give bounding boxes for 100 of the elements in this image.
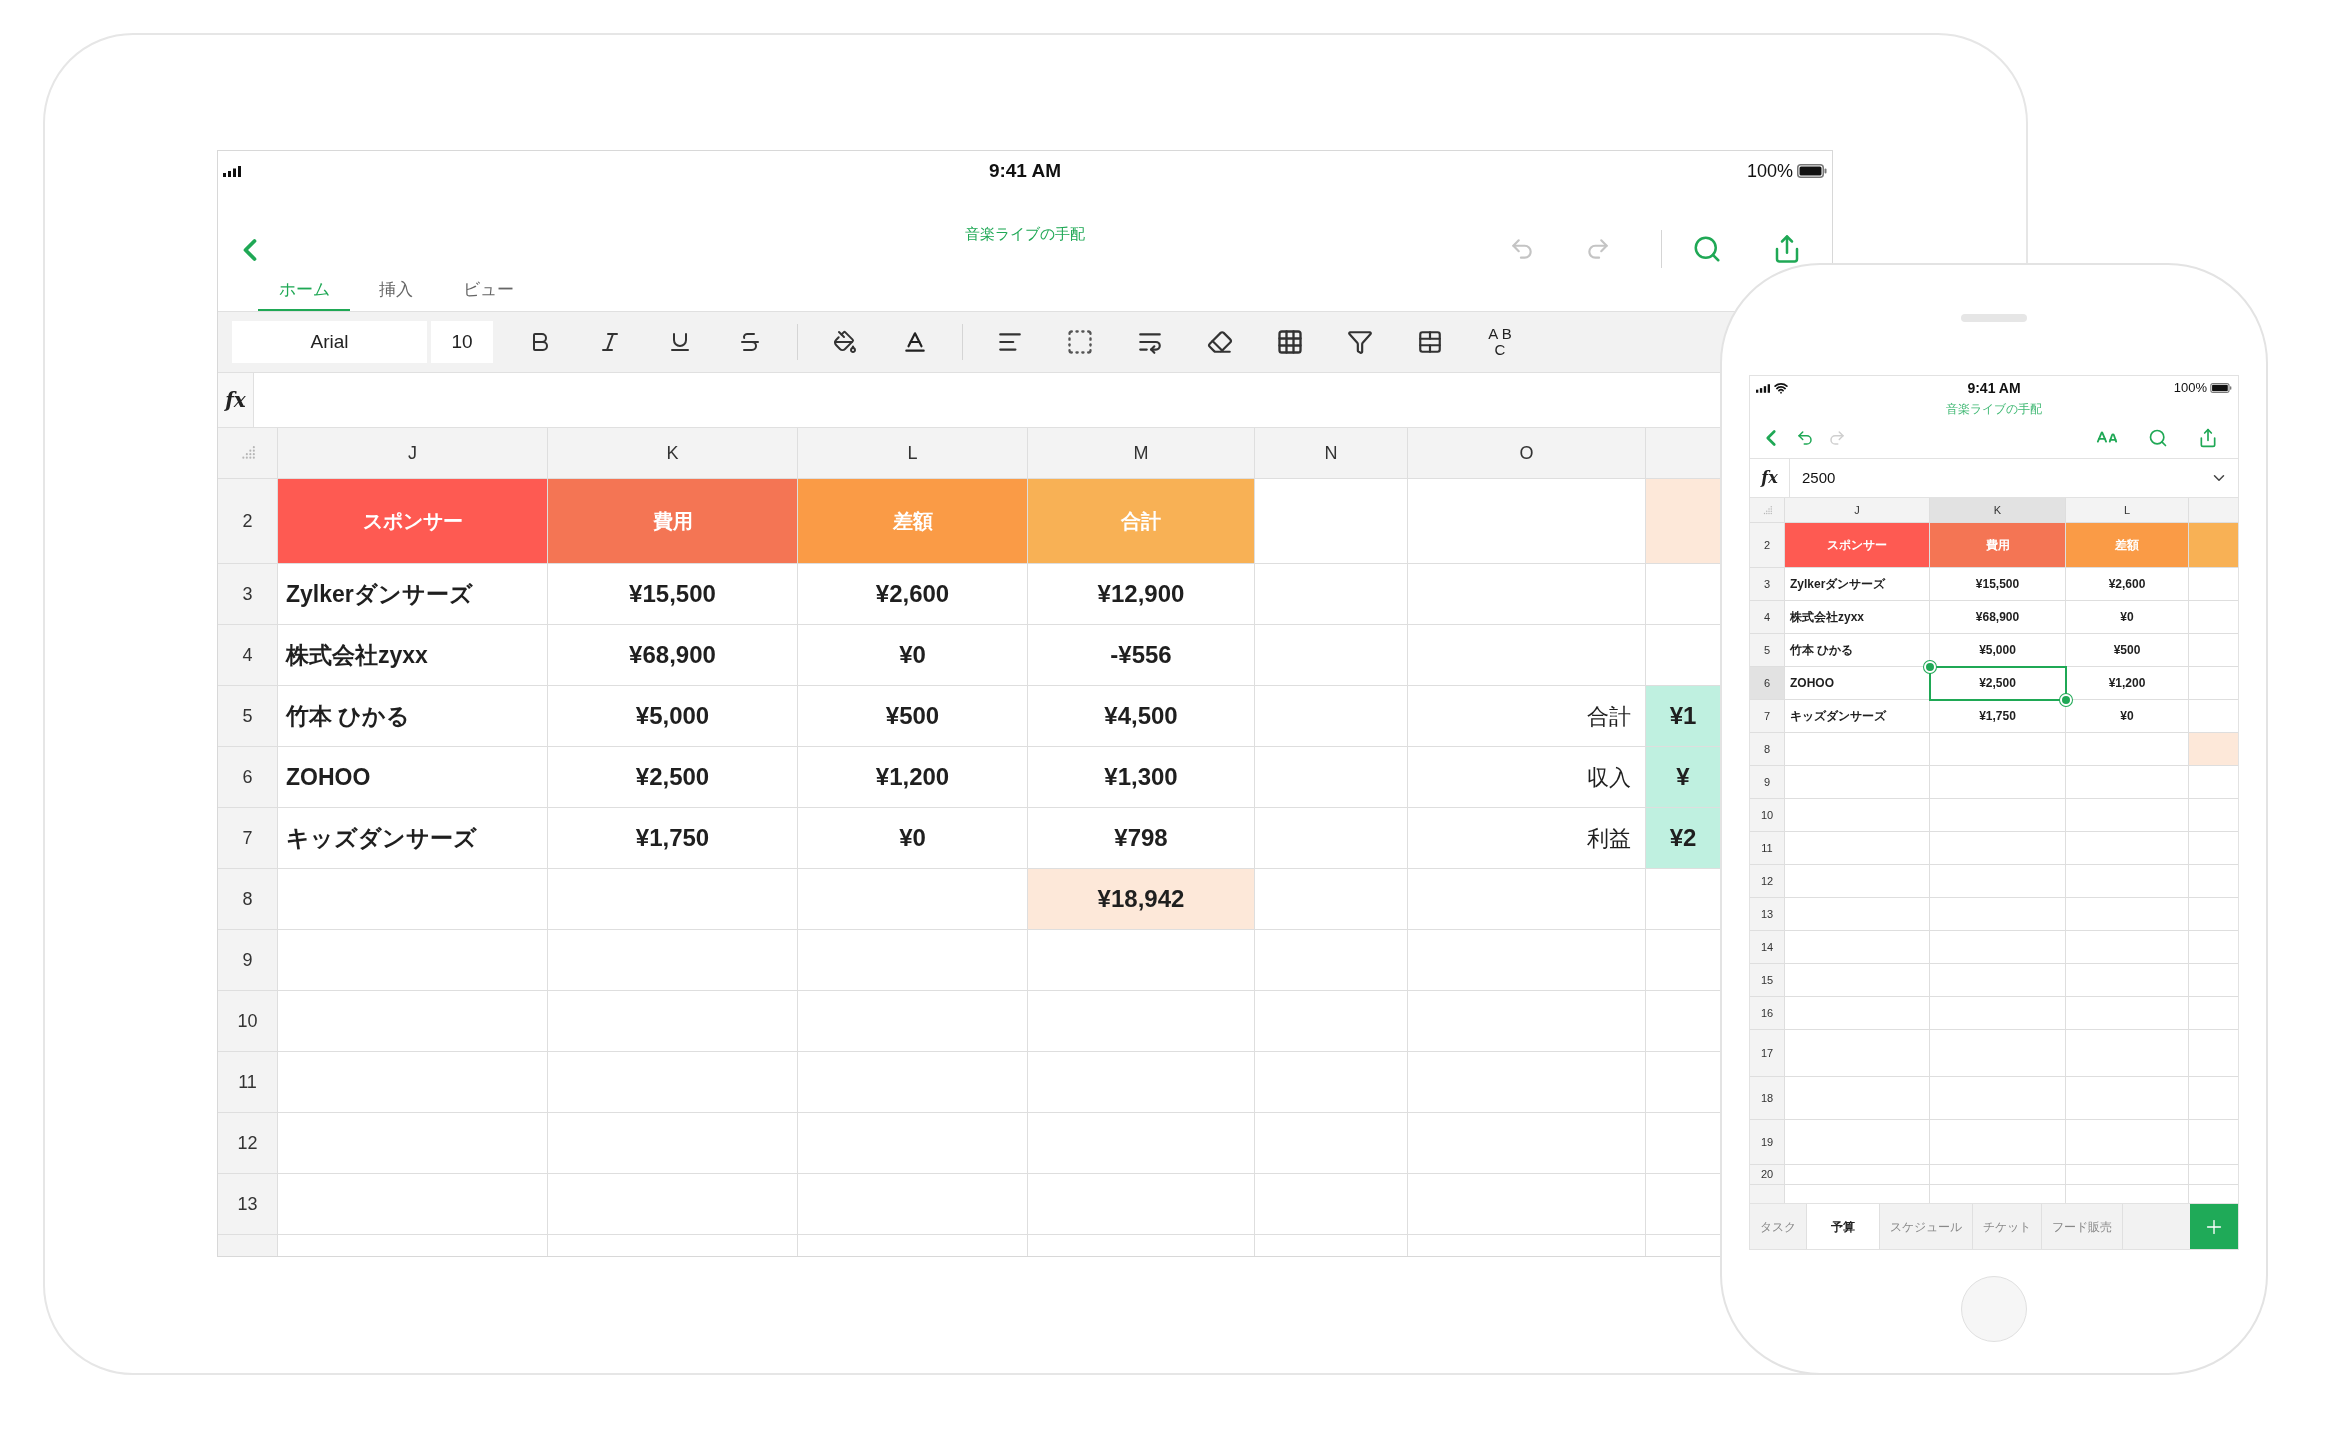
table-cell: -¥556 [1028,625,1255,686]
table-cell: ¥0 [2066,700,2189,733]
table-cell: ¥12,900 [1028,564,1255,625]
table-cell: キッズダンサーズ [1785,700,1930,733]
ribbon-tab[interactable]: 挿入 [350,271,442,311]
row-number[interactable]: 3 [1750,568,1785,601]
row-number[interactable]: 2 [1750,523,1785,568]
row-number[interactable]: 10 [1750,799,1785,832]
table-cell: Zylkerダンサーズ [1785,568,1930,601]
table-cell: ¥1,200 [798,747,1028,808]
table-cell: ¥68,900 [1930,601,2066,634]
document-title: 音楽ライブの手配 [1946,401,2042,418]
sheet-tab[interactable]: 予算 [1807,1204,1880,1249]
table-cell: キッズダンサーズ [278,808,548,869]
signal-icon [1756,383,1770,393]
table-cell: ¥2,500 [548,747,798,808]
row-number[interactable]: 7 [1750,700,1785,733]
search-icon[interactable] [2148,428,2168,448]
column-header[interactable]: N [1255,428,1408,479]
signal-icon [223,165,241,177]
table-cell: ¥5,000 [548,686,798,747]
add-sheet-button[interactable] [2190,1204,2238,1249]
table-header-cell: スポンサー [1785,523,1930,568]
table-header-cell: スポンサー [278,479,548,564]
insert-cells-icon[interactable] [1417,329,1443,355]
row-number[interactable]: 12 [218,1113,278,1174]
undo-icon[interactable] [1509,236,1535,262]
row-number[interactable]: 19 [1750,1120,1785,1165]
row-number[interactable]: 5 [218,686,278,747]
formula-field[interactable]: 2500 [1790,459,2210,497]
table-cell: ¥1,300 [1028,747,1255,808]
select-all-icon[interactable] [1762,505,1772,515]
row-number[interactable]: 3 [218,564,278,625]
table-header-cell: 差額 [798,479,1028,564]
row-number[interactable]: 6 [1750,667,1785,700]
filter-icon[interactable] [1347,329,1373,355]
wifi-icon [1774,381,1788,395]
font-color-icon[interactable] [902,329,928,355]
undo-icon[interactable] [1796,429,1814,447]
row-number[interactable]: 4 [1750,601,1785,634]
row-number[interactable]: 9 [218,930,278,991]
row-number[interactable]: 11 [218,1052,278,1113]
table-cell: ¥15,500 [1930,568,2066,601]
row-number[interactable]: 9 [1750,766,1785,799]
row-number[interactable]: 20 [1750,1165,1785,1185]
table-cell: ¥0 [798,808,1028,869]
formula-label: fx [225,387,246,414]
row-number[interactable]: 7 [218,808,278,869]
table-cell: ¥0 [798,625,1028,686]
document-title: 音楽ライブの手配 [965,224,1085,244]
spell-button[interactable]: A B C [1465,320,1535,364]
strikethrough-icon[interactable] [738,330,762,354]
row-number[interactable]: 12 [1750,865,1785,898]
row-number[interactable]: 4 [218,625,278,686]
selection-handle[interactable] [2060,694,2072,706]
table-cell: ¥1 [1646,686,1721,747]
search-icon[interactable] [1692,234,1722,264]
table-cell: ¥2,600 [2066,568,2189,601]
table-cell: ¥4,500 [1028,686,1255,747]
select-all-icon[interactable] [240,446,255,460]
formula-label: fx [1761,467,1778,489]
row-number[interactable]: 6 [218,747,278,808]
table-header-cell: 費用 [1930,523,2066,568]
column-header[interactable]: K [1930,498,2066,523]
table-cell: ¥15,500 [548,564,798,625]
table-cell: ZOHOO [278,747,548,808]
redo-icon[interactable] [1828,429,1846,447]
row-number[interactable]: 8 [1750,733,1785,766]
table-cell: ¥2 [1646,808,1721,869]
row-number[interactable]: 10 [218,991,278,1052]
table-grid-icon[interactable] [1276,328,1304,356]
table-cell: ¥1,750 [1930,700,2066,733]
row-number[interactable]: 14 [1750,931,1785,964]
row-number[interactable]: 17 [1750,1030,1785,1077]
font-size-field[interactable]: 10 [431,321,493,363]
row-number[interactable]: 16 [1750,997,1785,1030]
row-number[interactable]: 11 [1750,832,1785,865]
selection-handle[interactable] [1924,661,1936,673]
row-number[interactable]: 15 [1750,964,1785,997]
ribbon-tab[interactable]: ビュー [442,271,534,311]
underline-icon[interactable] [668,330,692,354]
fill-color-icon[interactable] [833,330,857,354]
row-number[interactable]: 2 [218,479,278,564]
row-number[interactable]: 13 [1750,898,1785,931]
table-cell: 株式会社zyxx [1785,601,1930,634]
battery-icon [2210,383,2232,393]
column-header[interactable]: O [1408,428,1646,479]
row-number[interactable]: 5 [1750,634,1785,667]
row-number[interactable]: 8 [218,869,278,930]
battery-percent: 100% [2173,379,2207,398]
eraser-icon[interactable] [1207,329,1233,355]
row-number[interactable]: 13 [218,1174,278,1235]
table-cell: ¥68,900 [548,625,798,686]
table-cell: ¥2,500 [1930,667,2066,700]
row-number[interactable]: 18 [1750,1077,1785,1120]
redo-icon[interactable] [1585,236,1611,262]
share-icon[interactable] [2198,428,2218,448]
status-time: 9:41 AM [1967,378,2021,398]
borders-icon[interactable] [1066,328,1094,356]
font-field[interactable]: Arial [232,321,427,363]
